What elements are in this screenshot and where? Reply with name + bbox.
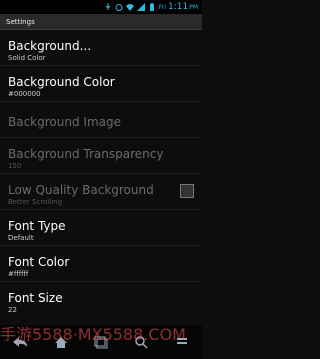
setting-summary: 150 [8, 162, 22, 170]
setting-font-color[interactable]: Font Color #ffffff [0, 246, 202, 282]
setting-low-quality-background: Low Quality Background Better Scrolling [0, 174, 202, 210]
am-pm-label: PM [189, 3, 198, 11]
setting-label: Font Color [8, 255, 70, 269]
low-quality-checkbox [180, 184, 194, 198]
watermark: 手游5588·MX5588.COM [0, 325, 186, 341]
setting-summary: Solid Color [8, 54, 46, 62]
usb-icon [105, 3, 111, 10]
signal-icon [136, 3, 145, 11]
alarm-icon [115, 4, 123, 11]
setting-summary: #ffffff [8, 270, 29, 278]
setting-background-transparency: Background Transparency 150 [0, 138, 202, 174]
setting-summary: Default [8, 234, 34, 242]
setting-background[interactable]: Background... Solid Color [0, 30, 202, 66]
status-icons [104, 3, 156, 11]
setting-label: Background Image [8, 115, 121, 129]
setting-background-color[interactable]: Background Color #000000 [0, 66, 202, 102]
setting-label: Font Size [8, 291, 63, 305]
page-title: Settings [0, 14, 202, 30]
setting-font-type[interactable]: Font Type Default [0, 210, 202, 246]
battery-icon [149, 3, 154, 11]
clock-time: 1:11 [167, 2, 189, 12]
setting-label: Low Quality Background [8, 183, 154, 197]
setting-background-image: Background Image [0, 102, 202, 138]
settings-list: Background... Solid Color Background Col… [0, 30, 202, 318]
setting-label: Font Type [8, 219, 66, 233]
setting-label: Background Transparency [8, 147, 164, 161]
setting-label: Background... [8, 39, 92, 53]
setting-summary: 22 [8, 306, 17, 314]
setting-label: Background Color [8, 75, 115, 89]
setting-summary: Better Scrolling [8, 198, 63, 206]
setting-font-size[interactable]: Font Size 22 [0, 282, 202, 318]
setting-summary: #000000 [8, 90, 41, 98]
status-bar: Fri 1:11 PM [0, 0, 202, 14]
wifi-icon [125, 4, 134, 11]
day-label: Fri [158, 3, 166, 11]
